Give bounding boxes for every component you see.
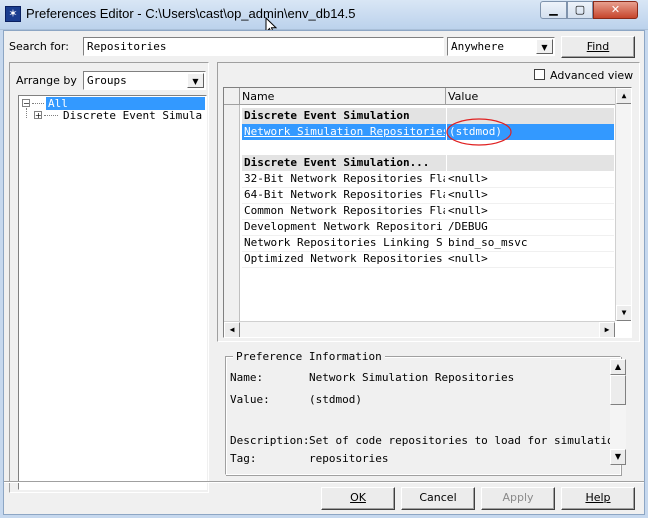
left-panel: Arrange by Groups ▼ − All + Discrete Eve… [9, 62, 209, 493]
apply-button[interactable]: Apply [481, 487, 555, 510]
info-tag-label: Tag: [230, 452, 257, 465]
maximize-icon[interactable]: ▢ [567, 1, 593, 19]
row-name: Network Repositories Linking S... [244, 236, 445, 249]
column-divider[interactable] [445, 88, 446, 105]
app-icon: ✶ [5, 6, 21, 22]
cancel-button[interactable]: Cancel [401, 487, 475, 510]
table-row[interactable]: Common Network Repositories Flags <null> [242, 203, 614, 220]
row-name: 32-Bit Network Repositories Flags [244, 172, 445, 185]
row-name: Common Network Repositories Flags [244, 204, 445, 217]
annotation-circle-icon [446, 118, 512, 146]
row-name: 64-Bit Network Repositories Flags [244, 188, 445, 201]
group-row-value [446, 155, 614, 171]
search-label: Search for: [9, 40, 69, 53]
help-button[interactable]: Help [561, 487, 635, 510]
arrange-label: Arrange by [16, 74, 77, 87]
group-row-name: Discrete Event Simulation [244, 109, 410, 122]
info-description-label: Description: [230, 434, 310, 447]
group-row[interactable]: Discrete Event Simulation [242, 108, 614, 124]
ok-button[interactable]: OK [321, 487, 395, 510]
grid-corner [224, 88, 240, 105]
tree-connector [32, 103, 44, 104]
column-header-name[interactable]: Name [242, 90, 274, 103]
tree-connector [44, 115, 58, 116]
row-name: Network Simulation Repositories [244, 125, 445, 138]
grid-header: Name Value [224, 88, 631, 105]
scroll-up-icon[interactable]: ▲ [616, 88, 631, 104]
row-value[interactable]: /DEBUG [446, 219, 614, 235]
apply-button-label: Apply [502, 491, 534, 504]
grid-horizontal-scrollbar[interactable]: ◀ ▶ [224, 321, 615, 337]
help-button-label: Help [585, 491, 611, 504]
info-value-value: (stdmod) [309, 393, 362, 406]
row-value[interactable]: <null> [446, 251, 614, 267]
collapse-icon[interactable]: − [22, 99, 30, 108]
chevron-down-icon[interactable]: ▼ [536, 39, 553, 54]
row-name: Optimized Network Repositories... [244, 252, 445, 265]
search-input[interactable]: Repositories [83, 37, 444, 56]
advanced-view-label: Advanced view [550, 69, 634, 82]
preference-info-panel: Preference Information Name: Network Sim… [217, 349, 640, 475]
column-header-value[interactable]: Value [448, 90, 478, 103]
row-value[interactable]: <null> [446, 187, 614, 203]
table-row[interactable]: Optimized Network Repositories... <null> [242, 251, 614, 268]
info-value-label: Value: [230, 393, 270, 406]
row-name: Development Network Repositori... [244, 220, 445, 233]
table-row[interactable]: Development Network Repositori.../DEBUG [242, 219, 614, 236]
group-row[interactable]: Discrete Event Simulation... [242, 155, 614, 171]
info-name-value: Network Simulation Repositories [309, 371, 515, 384]
title-bar[interactable]: ✶ Preferences Editor - C:\Users\cast\op_… [0, 0, 648, 36]
table-row-selected[interactable]: Network Simulation Repositories (stdmod) [242, 124, 614, 140]
arrange-value: Groups [87, 74, 127, 87]
table-row[interactable]: Network Repositories Linking S... bind_so… [242, 235, 614, 252]
window-title: Preferences Editor - C:\Users\cast\op_ad… [26, 6, 356, 21]
info-legend: Preference Information [233, 350, 385, 363]
search-scope-select[interactable]: Anywhere ▼ [447, 37, 555, 56]
scroll-right-icon[interactable]: ▶ [599, 322, 615, 337]
group-row-name: Discrete Event Simulation... [244, 156, 430, 169]
row-value[interactable]: <null> [446, 171, 614, 187]
cancel-button-label: Cancel [419, 491, 457, 504]
arrange-select[interactable]: Groups ▼ [83, 71, 206, 90]
scroll-thumb[interactable] [610, 375, 626, 405]
tree-item-discrete-event[interactable]: Discrete Event Simula [63, 109, 202, 122]
find-button[interactable]: Find [561, 36, 635, 58]
scroll-down-icon[interactable]: ▼ [616, 305, 631, 321]
right-panel: Advanced view Name Value Discrete Event … [217, 62, 640, 342]
footer-separator [4, 481, 644, 483]
row-value[interactable]: <null> [446, 203, 614, 219]
ok-button-label: OK [350, 491, 366, 504]
info-name-label: Name: [230, 371, 264, 384]
tree-connector [26, 108, 27, 118]
table-row[interactable]: 64-Bit Network Repositories Flags <null> [242, 187, 614, 204]
preferences-grid[interactable]: Name Value Discrete Event Simulation Net… [223, 87, 632, 338]
find-button-label: Find [586, 40, 610, 53]
scroll-down-icon[interactable]: ▼ [610, 449, 626, 465]
close-icon[interactable]: ✕ [593, 1, 638, 19]
search-scope-value: Anywhere [451, 40, 504, 53]
row-value[interactable]: bind_so_msvc [446, 235, 614, 251]
table-row[interactable]: 32-Bit Network Repositories Flags <null> [242, 171, 614, 188]
info-description-value: Set of code repositories to load for sim… [309, 434, 627, 447]
info-tag-value: repositories [309, 452, 389, 465]
info-scrollbar[interactable]: ▲ ▼ [610, 359, 626, 465]
minimize-icon[interactable]: ▁ [540, 1, 567, 19]
chevron-down-icon[interactable]: ▼ [187, 73, 204, 88]
scroll-left-icon[interactable]: ◀ [224, 322, 240, 337]
dialog-body: Search for: Repositories Anywhere ▼ Find… [3, 30, 645, 515]
scroll-up-icon[interactable]: ▲ [610, 359, 626, 375]
group-tree[interactable]: − All + Discrete Event Simula [18, 95, 207, 490]
expand-icon[interactable]: + [34, 111, 42, 120]
grid-vertical-scrollbar[interactable]: ▲ ▼ [615, 88, 631, 321]
row-stub-column [224, 105, 240, 321]
advanced-view-checkbox[interactable] [534, 69, 545, 80]
